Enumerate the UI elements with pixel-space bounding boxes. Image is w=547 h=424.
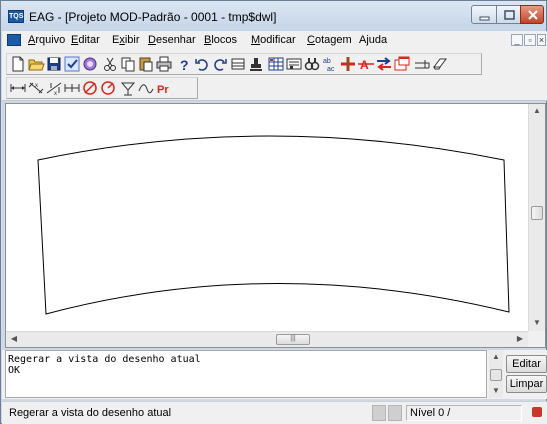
vertical-scroll-thumb[interactable]	[531, 206, 543, 220]
replace-text-icon[interactable]: ab ac	[321, 55, 339, 73]
dim-level-icon[interactable]	[119, 79, 137, 97]
eraser-icon[interactable]	[431, 55, 449, 73]
svg-text:Pr: Pr	[157, 84, 169, 96]
dim-angular-icon[interactable]: x	[45, 79, 63, 97]
stamp-icon[interactable]	[247, 55, 265, 73]
command-scrollbar[interactable]: ▲ ▼	[489, 350, 503, 398]
minimize-icon	[479, 16, 490, 21]
menu-editar[interactable]: Editar	[71, 34, 100, 46]
text-red-icon[interactable]: A	[357, 55, 375, 73]
dim-linear-icon[interactable]	[9, 79, 27, 97]
level-field[interactable]: Nível 0 /	[406, 405, 522, 421]
maximize-icon	[504, 10, 515, 20]
command-scroll-thumb[interactable]	[490, 369, 502, 381]
dim-curve-icon[interactable]	[137, 79, 155, 97]
command-line: Regerar a vista do desenho atual	[8, 354, 201, 365]
svg-text:ab: ab	[323, 58, 331, 65]
drawing-canvas[interactable]: ▲ ▼ ◀ ||| ▶	[5, 103, 546, 348]
svg-text:?: ?	[180, 57, 189, 73]
menu-desenhar[interactable]: Desenhar	[148, 34, 196, 46]
clear-button[interactable]: Limpar	[506, 375, 547, 393]
open-folder-icon[interactable]	[27, 55, 45, 73]
command-area: Regerar a vista do desenho atual OK ▲ ▼ E…	[2, 350, 547, 399]
redo-icon[interactable]	[211, 55, 229, 73]
maximize-button[interactable]	[496, 5, 521, 24]
pr-icon[interactable]: Pr	[155, 79, 173, 97]
command-output[interactable]: Regerar a vista do desenho atual OK	[5, 350, 487, 398]
document-icon[interactable]	[7, 34, 21, 46]
status-indicator	[388, 405, 402, 421]
drawing-svg	[37, 135, 510, 315]
app-window: TQS EAG - [Projeto MOD-Padrão - 0001 - t…	[0, 0, 547, 424]
status-message: Regerar a vista do desenho atual	[9, 407, 172, 419]
scroll-right-arrow-icon[interactable]: ▶	[512, 332, 528, 348]
svg-text:x: x	[35, 83, 38, 89]
horizontal-scroll-thumb[interactable]: |||	[276, 334, 310, 345]
dimension-toolbar: x x Pr	[6, 77, 198, 99]
mdi-minimize-button[interactable]: _	[511, 34, 523, 46]
dim-continuous-icon[interactable]	[63, 79, 81, 97]
menu-blocos[interactable]: Blocos	[204, 34, 237, 46]
window-title: EAG - [Projeto MOD-Padrão - 0001 - tmp$d…	[29, 10, 277, 24]
save-icon[interactable]	[45, 55, 63, 73]
command-line: OK	[8, 365, 21, 376]
scroll-down-arrow-icon[interactable]: ▼	[529, 316, 545, 332]
app-logo-icon[interactable]: TQS	[8, 10, 24, 23]
title-bar[interactable]: TQS EAG - [Projeto MOD-Padrão - 0001 - t…	[1, 1, 546, 31]
dim-circle-icon[interactable]	[81, 79, 99, 97]
edit-button[interactable]: Editar	[506, 355, 547, 373]
block-icon[interactable]	[413, 55, 431, 73]
scrollbar-corner	[528, 331, 545, 347]
scroll-down-arrow-icon[interactable]: ▼	[488, 384, 504, 398]
dim-arc-icon[interactable]	[99, 79, 117, 97]
svg-text:x: x	[54, 91, 57, 97]
minimize-button[interactable]	[471, 5, 497, 24]
scroll-up-arrow-icon[interactable]: ▲	[529, 104, 545, 120]
swap-icon[interactable]	[375, 55, 393, 73]
layers-icon[interactable]	[229, 55, 247, 73]
menu-bar: Arquivo Editar Exibir Desenhar Blocos Mo…	[2, 31, 547, 50]
window-icon[interactable]	[393, 55, 411, 73]
dim-aligned-icon[interactable]: x	[27, 79, 45, 97]
standard-toolbar: ? ab ac A	[6, 53, 482, 75]
print-icon[interactable]	[155, 55, 173, 73]
menu-arquivo[interactable]: Arquivo	[28, 34, 65, 46]
undo-icon[interactable]	[193, 55, 211, 73]
grid-icon[interactable]	[267, 55, 285, 73]
scroll-left-arrow-icon[interactable]: ◀	[6, 332, 22, 348]
cut-icon[interactable]	[101, 55, 119, 73]
copy-icon[interactable]	[119, 55, 137, 73]
paste-icon[interactable]	[137, 55, 155, 73]
close-icon	[528, 10, 538, 20]
horizontal-scrollbar[interactable]: ◀ ||| ▶	[6, 331, 528, 347]
svg-text:A: A	[360, 58, 369, 72]
scroll-up-arrow-icon[interactable]: ▲	[488, 350, 504, 364]
alert-icon[interactable]	[532, 407, 542, 417]
mdi-close-button[interactable]: ×	[537, 34, 546, 46]
check-icon[interactable]	[63, 55, 81, 73]
menu-modificar[interactable]: Modificar	[251, 34, 296, 46]
find-icon[interactable]	[303, 55, 321, 73]
toolbar-area: ? ab ac A x x Pr	[2, 50, 547, 101]
mdi-restore-button[interactable]: ▫	[524, 34, 536, 46]
menu-cotagem[interactable]: Cotagem	[307, 34, 352, 46]
add-red-icon[interactable]	[339, 55, 357, 73]
menu-exibir[interactable]: Exibir	[112, 34, 140, 46]
status-indicator	[372, 405, 386, 421]
new-file-icon[interactable]	[9, 55, 27, 73]
menu-ajuda[interactable]: Ajuda	[359, 34, 387, 46]
help-icon[interactable]: ?	[175, 55, 193, 73]
plot-icon[interactable]	[81, 55, 99, 73]
vertical-scrollbar[interactable]: ▲ ▼	[528, 104, 545, 332]
svg-text:ac: ac	[327, 66, 335, 73]
binoculars-icon[interactable]	[285, 55, 303, 73]
close-button[interactable]	[520, 5, 544, 24]
status-bar: Regerar a vista do desenho atual Nível 0…	[2, 401, 547, 424]
drawing-shape	[37, 135, 510, 315]
